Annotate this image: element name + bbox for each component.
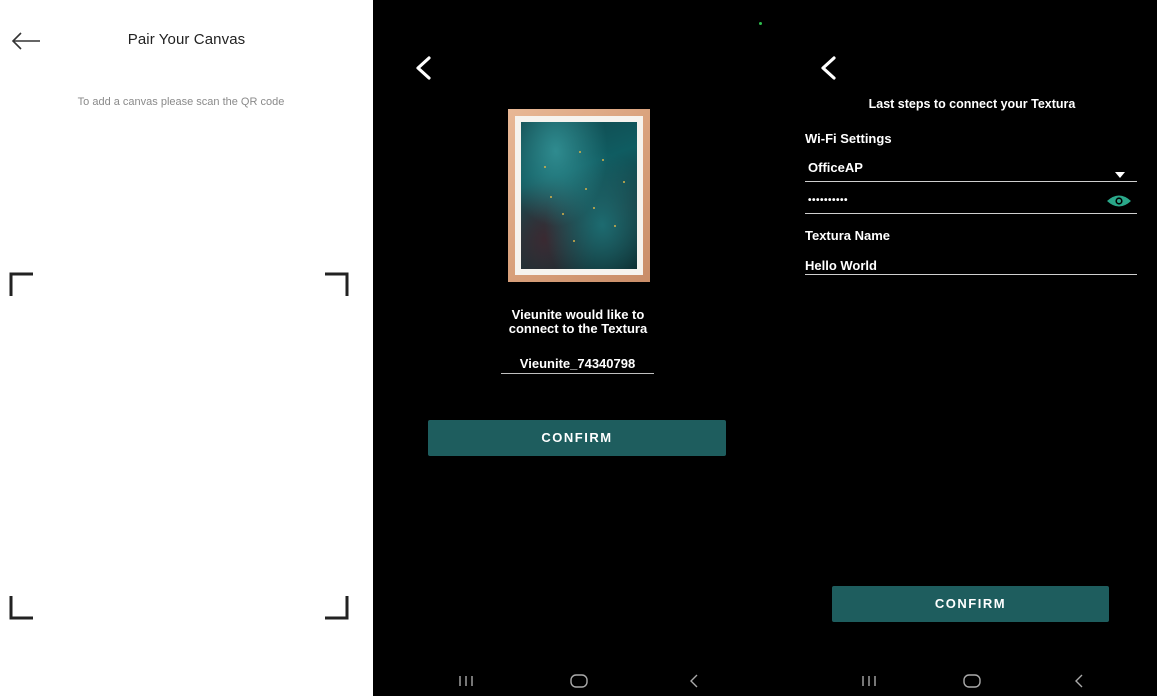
page-heading: Last steps to connect your Textura (868, 97, 1076, 111)
chevron-left-icon[interactable] (413, 55, 435, 81)
system-nav-bar (783, 666, 1157, 696)
back-nav-icon[interactable] (684, 672, 706, 690)
home-icon[interactable] (568, 672, 590, 690)
scanner-corner-bottom-right (323, 594, 349, 620)
wifi-selected-value: OfficeAP (808, 160, 863, 175)
recents-icon[interactable] (455, 672, 477, 690)
connect-message: Vieunite would like to connect to the Te… (508, 307, 648, 336)
dropdown-caret-icon (1115, 165, 1125, 183)
wifi-password-field[interactable]: •••••••••• (805, 188, 1137, 214)
textura-frame-image (508, 109, 650, 282)
chevron-left-icon[interactable] (818, 55, 840, 81)
wifi-settings-label: Wi-Fi Settings (805, 131, 892, 146)
scanner-corner-top-left (9, 272, 35, 298)
pair-canvas-screen: Pair Your Canvas To add a canvas please … (0, 0, 373, 696)
camera-indicator (759, 22, 762, 25)
back-nav-icon[interactable] (1069, 672, 1091, 690)
network-name: Vieunite_74340798 (501, 356, 654, 374)
password-masked-value: •••••••••• (808, 195, 849, 206)
system-nav-bar (373, 666, 783, 696)
scan-hint: To add a canvas please scan the QR code (77, 96, 285, 108)
confirm-button[interactable]: CONFIRM (428, 420, 726, 456)
scanner-corner-bottom-left (9, 594, 35, 620)
textura-name-label: Textura Name (805, 228, 891, 243)
textura-name-input[interactable]: Hello World (805, 250, 1137, 275)
page-title: Pair Your Canvas (127, 31, 246, 48)
artwork-image (521, 122, 637, 269)
connect-confirm-screen: Vieunite would like to connect to the Te… (373, 0, 783, 696)
wifi-network-select[interactable]: OfficeAP (805, 153, 1137, 182)
home-icon[interactable] (961, 672, 983, 690)
textura-name-value: Hello World (805, 258, 877, 273)
scanner-corner-top-right (323, 272, 349, 298)
wifi-settings-screen: Last steps to connect your Textura Wi-Fi… (783, 0, 1157, 696)
eye-icon[interactable] (1106, 194, 1132, 213)
recents-icon[interactable] (858, 672, 880, 690)
confirm-button[interactable]: CONFIRM (832, 586, 1109, 622)
